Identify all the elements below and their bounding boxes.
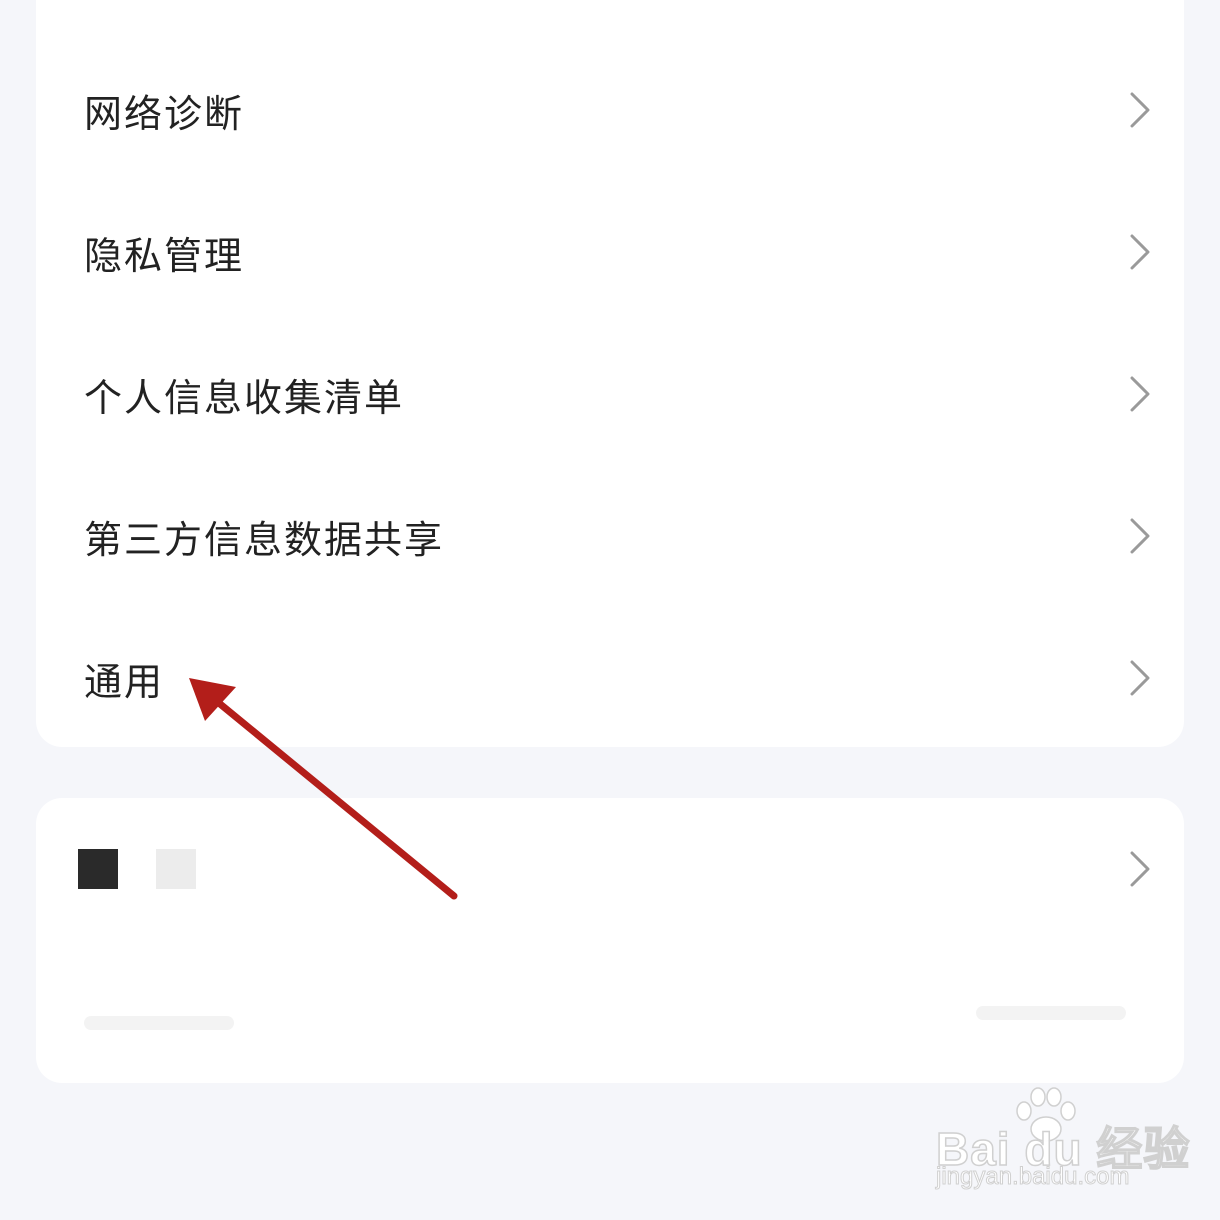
redacted-block xyxy=(78,849,118,889)
settings-item-privacy-management[interactable]: 隐私管理 xyxy=(36,181,1184,323)
chevron-right-icon xyxy=(1126,658,1154,698)
settings-item-label: 第三方信息数据共享 xyxy=(84,517,445,562)
account-row[interactable] xyxy=(36,798,1184,940)
settings-item-third-party-sharing[interactable]: 第三方信息数据共享 xyxy=(36,465,1184,607)
watermark: Bai du 经验 jingyan.baidu.com xyxy=(930,1085,1190,1195)
chevron-right-icon xyxy=(1126,90,1154,130)
settings-card: 网络诊断 隐私管理 个人信息收集清单 第三方信息数据共享 通用 xyxy=(36,0,1184,747)
chevron-right-icon xyxy=(1126,516,1154,556)
settings-item-general[interactable]: 通用 xyxy=(36,607,1184,749)
settings-item-personal-info-list[interactable]: 个人信息收集清单 xyxy=(36,323,1184,465)
redacted-block xyxy=(156,849,196,889)
settings-item-network-diagnosis[interactable]: 网络诊断 xyxy=(36,39,1184,181)
account-card xyxy=(36,798,1184,1083)
watermark-url: jingyan.baidu.com xyxy=(935,1163,1130,1191)
chevron-right-icon xyxy=(1126,849,1154,889)
chevron-right-icon xyxy=(1126,232,1154,272)
settings-item-label: 网络诊断 xyxy=(84,91,245,136)
redacted-text xyxy=(976,1006,1126,1020)
settings-item-label: 隐私管理 xyxy=(84,233,245,278)
chevron-right-icon xyxy=(1126,374,1154,414)
settings-item-label: 个人信息收集清单 xyxy=(84,375,405,420)
settings-item-label: 通用 xyxy=(84,659,165,704)
redacted-text xyxy=(84,1016,234,1030)
